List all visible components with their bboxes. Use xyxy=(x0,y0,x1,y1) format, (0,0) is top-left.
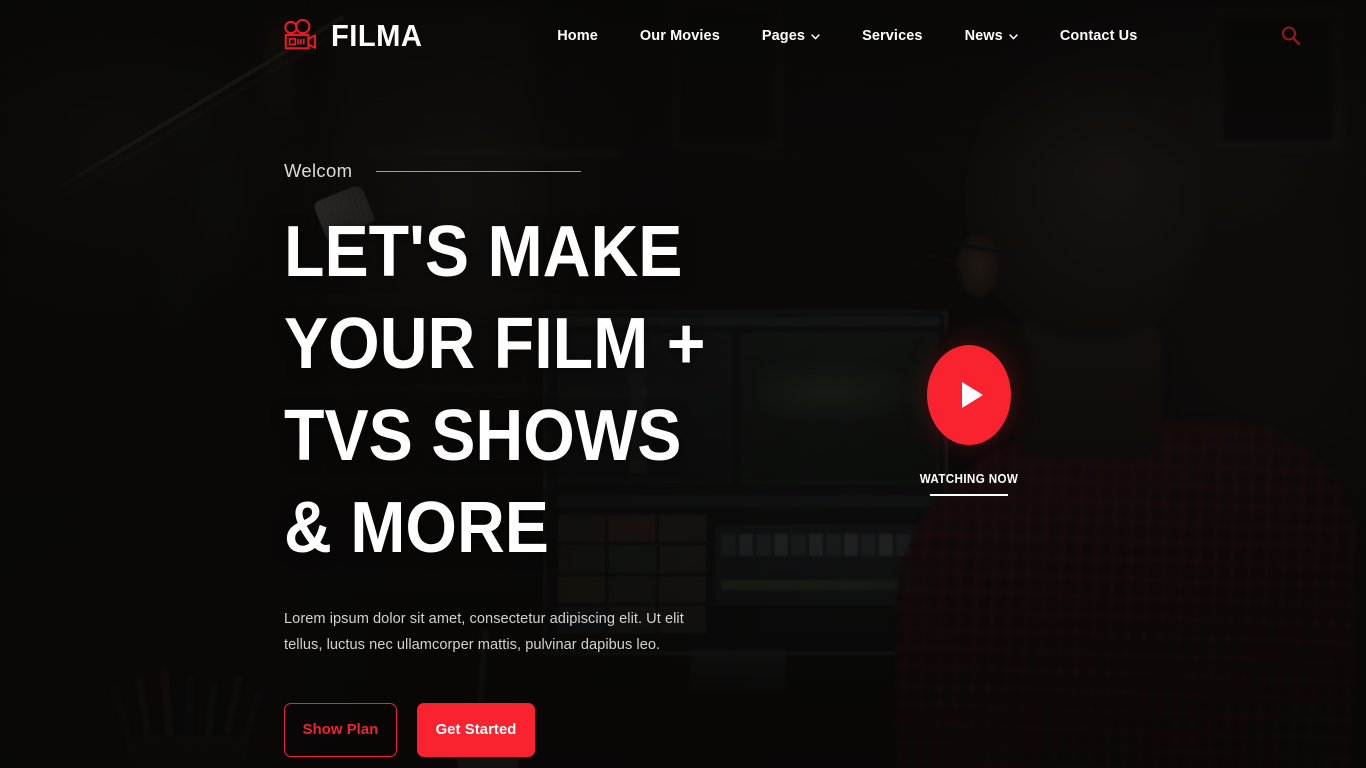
hero-eyebrow: Welcom xyxy=(284,160,353,181)
get-started-button[interactable]: Get Started xyxy=(417,703,535,757)
nav-label: News xyxy=(964,28,1003,44)
nav-label: Home xyxy=(557,28,598,44)
hero-eyebrow-row: Welcom xyxy=(284,160,984,182)
nav-label: Contact Us xyxy=(1059,28,1138,44)
nav-item-home[interactable]: Home xyxy=(536,22,619,50)
brand-name: FILMA xyxy=(331,18,423,53)
nav-item-pages[interactable]: Pages xyxy=(741,22,841,50)
watching-now-widget: WATCHING NOW xyxy=(884,345,1054,496)
site-header: FILMA Home Our Movies Pages Services New… xyxy=(0,0,1366,72)
hero-actions: Show Plan Get Started xyxy=(284,703,984,757)
watching-now-label: WATCHING NOW xyxy=(919,472,1019,486)
search-icon[interactable] xyxy=(1276,21,1306,51)
nav-label: Our Movies xyxy=(639,28,720,44)
nav-label: Pages xyxy=(761,28,806,44)
chevron-down-icon xyxy=(811,32,820,40)
hero-page: FILMA Home Our Movies Pages Services New… xyxy=(0,0,1366,768)
hero-headline: LET'S MAKE YOUR FILM + TVS SHOWS & MORE xyxy=(284,212,706,568)
brand-logo[interactable]: FILMA xyxy=(280,18,428,54)
main-navigation: Home Our Movies Pages Services News Cont… xyxy=(536,22,1158,50)
hero-section: Welcom LET'S MAKE YOUR FILM + TVS SHOWS … xyxy=(284,160,984,757)
show-plan-button[interactable]: Show Plan xyxy=(284,703,397,757)
hero-description: Lorem ipsum dolor sit amet, consectetur … xyxy=(284,611,684,653)
hero-eyebrow-divider xyxy=(376,170,582,172)
nav-label: Services xyxy=(862,28,923,44)
nav-item-our-movies[interactable]: Our Movies xyxy=(619,22,741,50)
nav-item-contact-us[interactable]: Contact Us xyxy=(1039,22,1159,50)
nav-item-news[interactable]: News xyxy=(944,22,1039,50)
play-icon xyxy=(962,382,983,408)
watching-now-underline xyxy=(930,494,1008,496)
chevron-down-icon xyxy=(1009,32,1018,40)
movie-camera-icon xyxy=(280,19,318,53)
nav-item-services[interactable]: Services xyxy=(841,22,943,50)
play-button[interactable] xyxy=(927,345,1011,445)
